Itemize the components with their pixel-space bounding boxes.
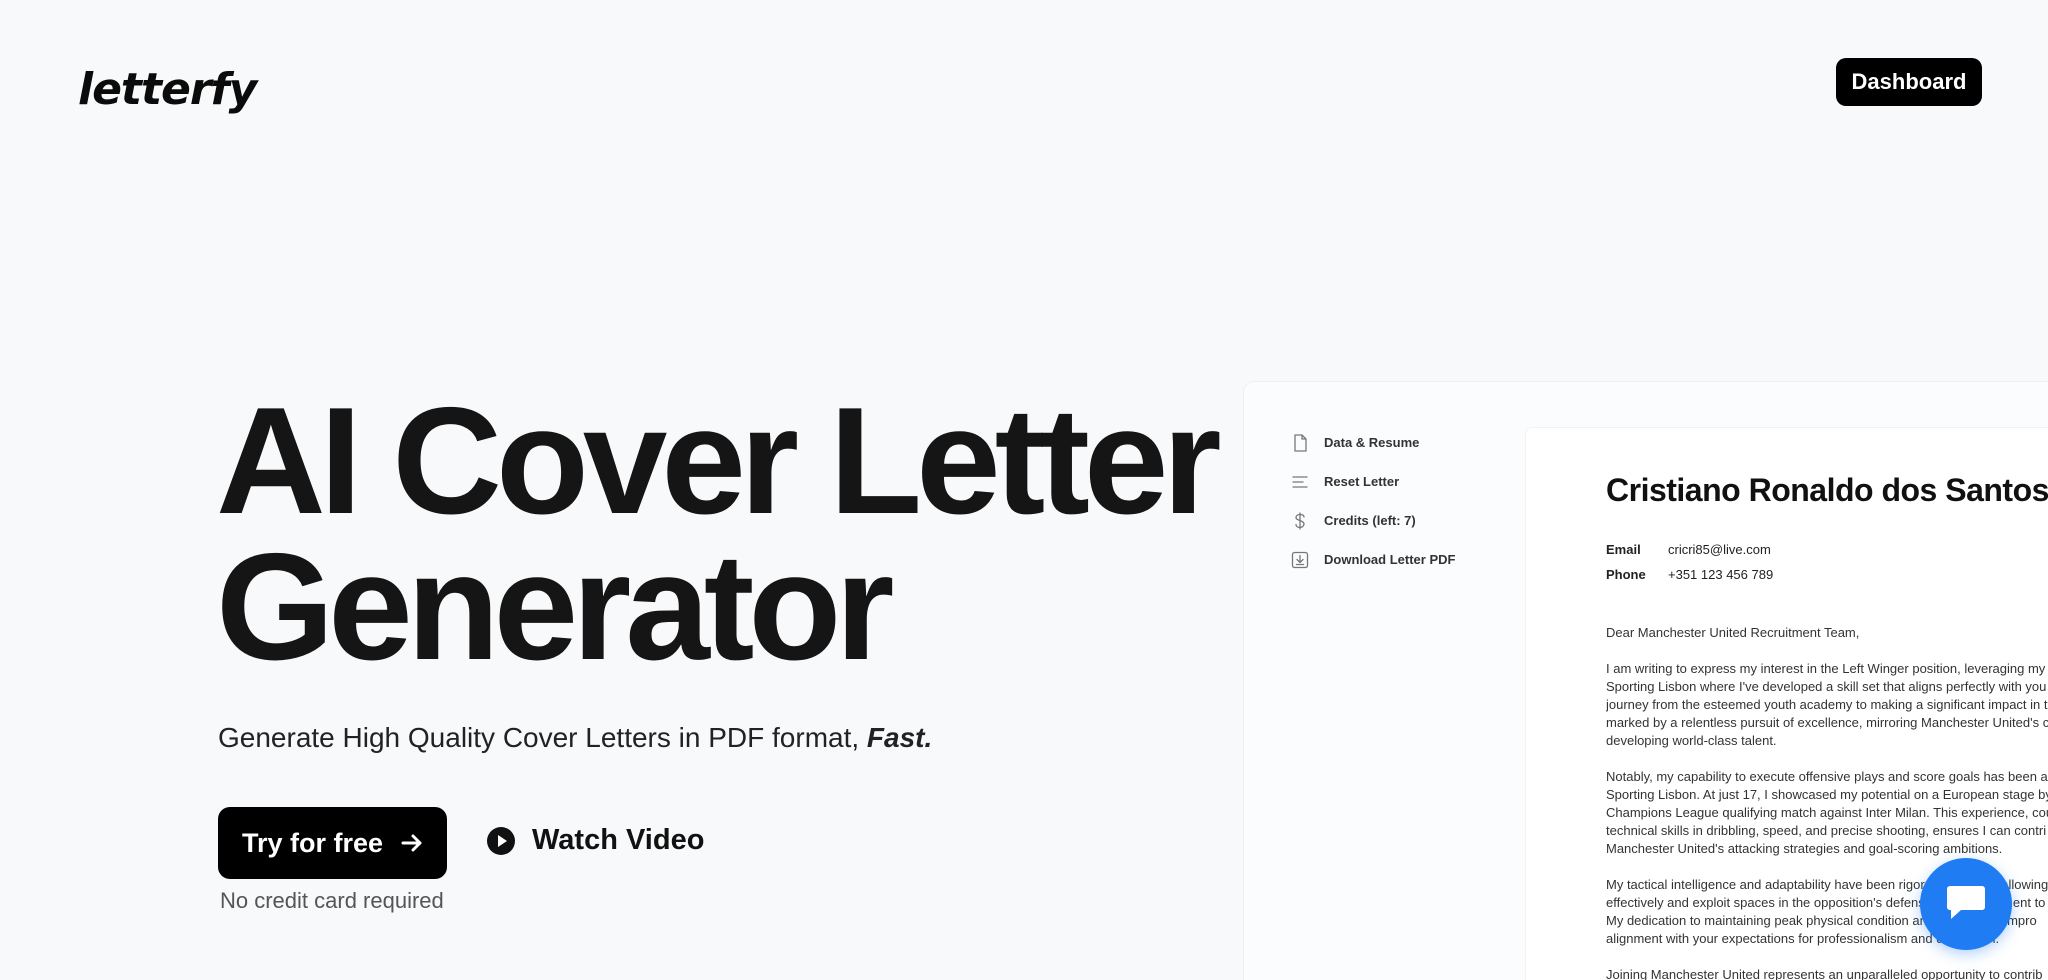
menu-item-label: Download Letter PDF bbox=[1324, 552, 1456, 567]
menu-item-data-resume[interactable]: Data & Resume bbox=[1290, 432, 1455, 453]
phone-value: +351 123 456 789 bbox=[1668, 567, 1774, 582]
letter-line: I am writing to express my interest in t… bbox=[1606, 661, 2048, 676]
watch-video-button[interactable]: Watch Video bbox=[486, 824, 704, 857]
hero-subtitle-emphasis: Fast. bbox=[866, 722, 933, 753]
hero-title-line2: Generator bbox=[216, 522, 894, 692]
hero-subtitle-text: Generate High Quality Cover Letters in P… bbox=[218, 722, 867, 753]
menu-item-label: Data & Resume bbox=[1324, 435, 1420, 450]
letter-line: Notably, my capability to execute offens… bbox=[1606, 769, 2048, 784]
no-credit-card-note: No credit card required bbox=[220, 888, 444, 913]
letter-line: marked by a relentless pursuit of excell… bbox=[1606, 715, 2048, 730]
menu-item-label: Credits (left: 7) bbox=[1324, 513, 1416, 528]
letter-greeting: Dear Manchester United Recruitment Team, bbox=[1606, 625, 1860, 640]
contact-details: Email cricri85@live.com Phone +351 123 4… bbox=[1606, 537, 1773, 587]
letter-line: technical skills in dribbling, speed, an… bbox=[1606, 823, 2047, 838]
hero-subtitle: Generate High Quality Cover Letters in P… bbox=[218, 722, 932, 754]
menu-item-reset-letter[interactable]: Reset Letter bbox=[1290, 471, 1455, 492]
dashboard-button[interactable]: Dashboard bbox=[1836, 58, 1982, 106]
letter-line: Joining Manchester United represents an … bbox=[1606, 967, 2043, 980]
email-label: Email bbox=[1606, 542, 1641, 557]
menu-item-credits[interactable]: Credits (left: 7) bbox=[1290, 510, 1455, 531]
watch-video-label: Watch Video bbox=[532, 824, 705, 856]
applicant-name: Cristiano Ronaldo dos Santos bbox=[1606, 472, 2048, 508]
letter-line: Sporting Lisbon where I've developed a s… bbox=[1606, 679, 2047, 694]
menu-item-label: Reset Letter bbox=[1324, 474, 1400, 489]
file-icon bbox=[1290, 433, 1310, 453]
chat-icon bbox=[1943, 883, 1989, 925]
contact-phone-row: Phone +351 123 456 789 bbox=[1606, 562, 1773, 587]
try-for-free-label: Try for free bbox=[241, 827, 384, 858]
letter-paragraph: Joining Manchester United represents an … bbox=[1606, 966, 2048, 980]
chat-button[interactable] bbox=[1920, 858, 2012, 950]
letter-line: developing world-class talent. bbox=[1606, 733, 1777, 748]
letter-line: Manchester United's attacking strategies… bbox=[1606, 841, 2003, 856]
landing-page: letterfy Dashboard AI Cover Letter Gener… bbox=[0, 0, 2048, 980]
preview-side-menu: Data & Resume Reset Letter Credits (left… bbox=[1290, 432, 1455, 570]
phone-label: Phone bbox=[1606, 567, 1646, 582]
lines-icon bbox=[1290, 472, 1310, 492]
menu-item-download-pdf[interactable]: Download Letter PDF bbox=[1290, 549, 1455, 570]
letterfy-logo[interactable]: letterfy bbox=[78, 64, 257, 115]
play-circle-icon bbox=[486, 826, 516, 856]
letter-line: Sporting Lisbon. At just 17, I showcased… bbox=[1606, 787, 2048, 802]
email-value: cricri85@live.com bbox=[1668, 542, 1771, 557]
hero-title-line1: AI Cover Letter bbox=[216, 376, 1222, 546]
hero-title: AI Cover Letter Generator bbox=[216, 385, 1222, 683]
letter-line: journey from the esteemed youth academy … bbox=[1606, 697, 2048, 712]
try-for-free-button[interactable]: Try for free bbox=[218, 807, 447, 879]
letter-line: Champions League qualifying match agains… bbox=[1606, 805, 2048, 820]
letter-paragraph: Notably, my capability to execute offens… bbox=[1606, 768, 2048, 858]
download-icon bbox=[1290, 550, 1310, 570]
letter-paragraph: I am writing to express my interest in t… bbox=[1606, 660, 2048, 750]
arrow-right-icon bbox=[401, 832, 423, 854]
contact-email-row: Email cricri85@live.com bbox=[1606, 537, 1773, 562]
dollar-icon bbox=[1290, 511, 1310, 531]
